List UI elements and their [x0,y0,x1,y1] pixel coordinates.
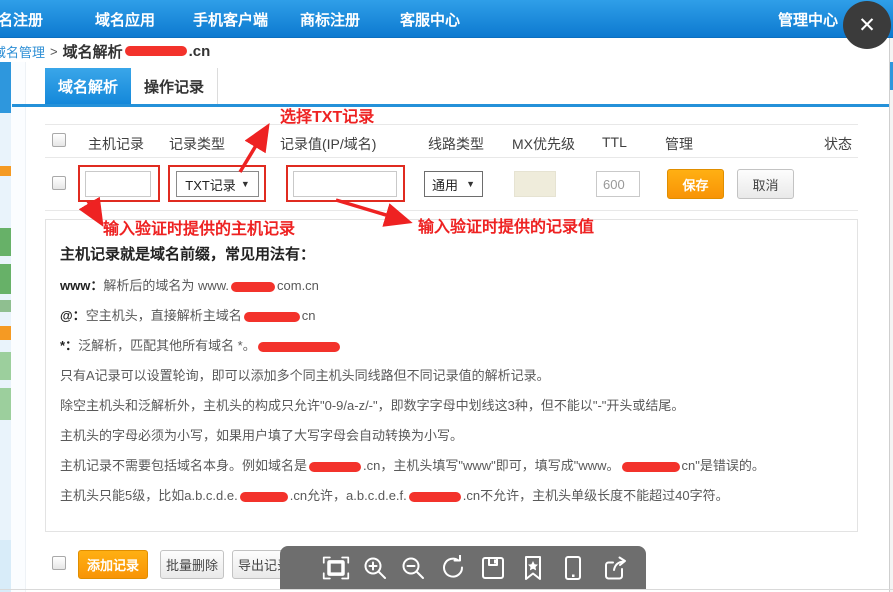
record-type-dropdown[interactable]: TXT记录 ▼ [176,171,259,197]
redacted-domain [622,462,680,472]
fit-screen-icon[interactable] [322,554,350,582]
redacted-domain [231,282,275,292]
col-header-type: 记录类型 [169,134,225,154]
help-line-www: www：解析后的域名为 www.com.cn [60,275,319,294]
nav-item-support[interactable]: 客服中心 [400,9,460,30]
redacted-domain [125,46,187,56]
col-header-status: 状态 [824,134,852,154]
top-nav: 域名注册 域名应用 手机客户端 商标注册 客服中心 管理中心▼ [0,0,893,38]
tab-underline [12,104,889,107]
help-title: 主机记录就是域名前缀，常见用法有： [60,243,315,264]
help-line-charset: 除空主机头和泛解析外，主机头的构成只允许"0-9/a-z/-"，即数字字母中划线… [60,395,684,414]
help-line-a-record: 只有A记录可以设置轮询，即可以添加多个同主机头同线路但不同记录值的解析记录。 [60,365,550,384]
redacted-domain [409,492,461,502]
mx-priority-input-disabled [514,171,556,197]
background-page-left-sliver [0,62,11,592]
line-type-dropdown[interactable]: 通用 ▼ [424,171,483,197]
col-header-line: 线路类型 [428,134,484,154]
bottom-divider [0,589,893,590]
col-header-mx: MX优先级 [512,134,575,154]
background-page-gutter [11,62,26,592]
redacted-domain [258,342,340,352]
tab-operation-log[interactable]: 操作记录 [131,68,218,104]
help-line-lowercase: 主机头的字母必须为小写，如果用户填了大写字母会自动转换为小写。 [60,425,463,444]
record-value-input[interactable] [293,171,397,197]
nav-item-trademark[interactable]: 商标注册 [300,9,360,30]
account-center-label: 管理中心 [778,12,838,29]
tab-domain-resolution[interactable]: 域名解析 [45,68,131,104]
host-record-input[interactable] [85,171,151,197]
chevron-down-icon: ▼ [241,179,250,189]
col-header-value: 记录值(IP/域名) [280,134,376,154]
redacted-domain [309,462,361,472]
share-icon[interactable] [601,554,629,582]
annotation-select-txt: 选择TXT记录 [280,103,374,127]
rotate-icon[interactable] [439,554,467,582]
help-line-wildcard: *：泛解析，匹配其他所有域名 *。 [60,335,342,354]
help-line-levels: 主机头只能5级，比如a.b.c.d.e..cn允许，a.b.c.d.e.f..c… [60,485,729,504]
nav-item-domain-register[interactable]: 域名注册 [0,9,43,30]
save-icon[interactable] [479,554,507,582]
line-type-value: 通用 [432,175,458,194]
col-header-host: 主机记录 [88,134,144,154]
cancel-button[interactable]: 取消 [737,169,794,199]
zoom-in-icon[interactable] [361,554,389,582]
row-checkbox[interactable] [52,176,66,190]
col-header-ttl: TTL [602,134,627,150]
select-all-checkbox[interactable] [52,133,66,147]
table-header-border [45,157,858,158]
breadcrumb-separator: > [50,44,58,59]
viewer-toolbar [280,546,646,589]
background-page-right-sliver [889,38,893,592]
annotation-host-hint: 输入验证时提供的主机记录 [103,215,295,239]
annotation-value-hint: 输入验证时提供的记录值 [418,213,594,237]
breadcrumb-current: 域名解析 [63,41,123,62]
help-line-at: @：空主机头，直接解析主域名cn [60,305,315,324]
table-row-border [45,210,858,211]
dns-management-page: 域名注册 域名应用 手机客户端 商标注册 客服中心 管理中心▼ ✕ 域名管理 >… [0,0,893,592]
redacted-domain [244,312,300,322]
record-type-value: TXT记录 [185,175,236,194]
batch-delete-button[interactable]: 批量删除 [160,550,224,579]
ttl-input[interactable] [596,171,640,197]
nav-item-domain-apps[interactable]: 域名应用 [95,9,155,30]
close-button[interactable]: ✕ [843,1,891,49]
zoom-out-icon[interactable] [399,554,427,582]
col-header-manage: 管理 [665,134,693,154]
close-icon: ✕ [858,15,876,36]
table-top-border [45,124,858,125]
breadcrumb-domain-management[interactable]: 域名管理 [0,42,45,61]
help-line-no-domain: 主机记录不需要包括域名本身。例如域名是.cn，主机头填写"www"即可，填写成"… [60,455,765,474]
breadcrumb: 域名管理 > 域名解析 .cn [0,40,210,62]
save-button[interactable]: 保存 [667,169,724,199]
breadcrumb-domain-suffix: .cn [189,43,211,60]
bookmark-icon[interactable] [519,554,547,582]
nav-item-mobile-client[interactable]: 手机客户端 [193,9,268,30]
add-record-button[interactable]: 添加记录 [78,550,148,579]
device-icon[interactable] [559,554,587,582]
bottom-select-all-checkbox[interactable] [52,556,66,570]
chevron-down-icon: ▼ [466,179,475,189]
nav-item-account-center[interactable]: 管理中心▼ [778,9,852,30]
redacted-domain [240,492,288,502]
